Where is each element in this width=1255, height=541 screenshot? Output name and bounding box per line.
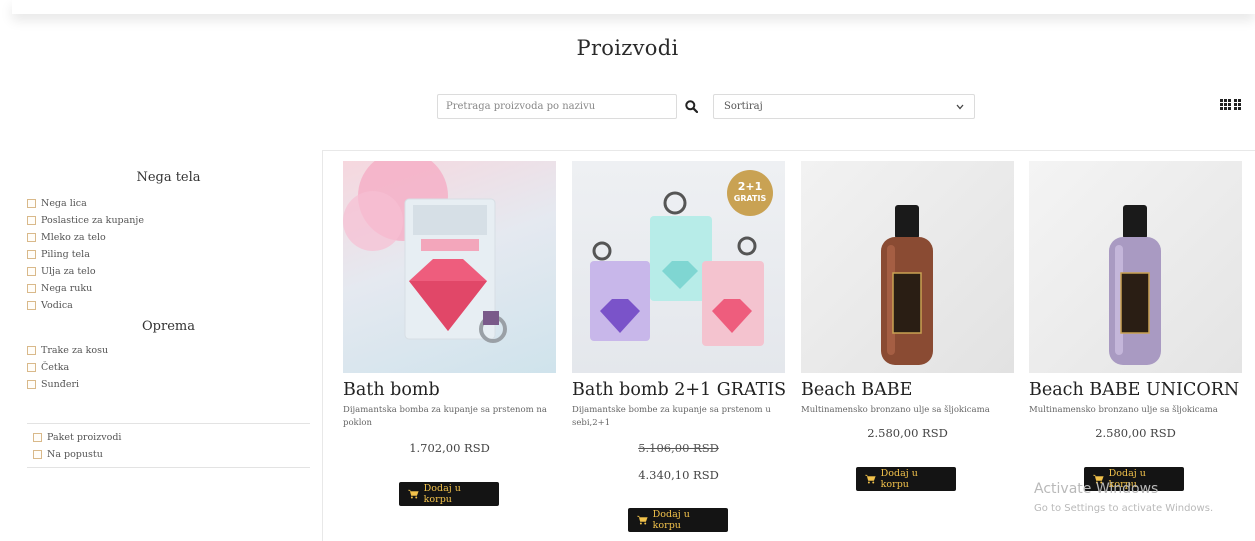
category-list: Trake za kosu Četka Sunđeri: [27, 342, 310, 393]
product-title[interactable]: Bath bomb 2+1 GRATIS: [572, 380, 786, 400]
filter-poslastice[interactable]: Poslastice za kupanje: [27, 212, 310, 229]
product-price: 2.580,00 RSD: [1095, 426, 1176, 440]
product-price: 4.340,10 RSD: [638, 468, 719, 482]
checkbox[interactable]: [27, 216, 36, 225]
checkbox[interactable]: [27, 346, 36, 355]
filter-sunderi[interactable]: Sunđeri: [27, 376, 310, 393]
product-price: 1.702,00 RSD: [409, 441, 490, 455]
list-view-icon[interactable]: [1234, 99, 1241, 110]
filter-sidebar: Nega tela Nega lica Poslastice za kupanj…: [27, 170, 310, 468]
product-card[interactable]: Bath bomb Dijamantska bomba za kupanje s…: [343, 161, 556, 455]
grid-view-icon[interactable]: [1220, 99, 1231, 110]
filter-trake[interactable]: Trake za kosu: [27, 342, 310, 359]
product-card[interactable]: 2+1 GRATIS Bath bomb 2+1 GRATIS Dijamant…: [572, 161, 786, 482]
search-icon: [684, 99, 698, 113]
product-card[interactable]: Beach BABE UNICORN Multinamensko bronzan…: [1029, 161, 1242, 440]
product-image[interactable]: [801, 161, 1014, 373]
product-description: Multinamensko bronzano ulje sa šljokicam…: [1029, 405, 1218, 415]
category-heading: Oprema: [142, 319, 195, 334]
product-description: Dijamantske bombe za kupanje sa prstenom…: [572, 405, 771, 428]
top-navigation-bar: [12, 0, 1255, 14]
product-description: Multinamensko bronzano ulje sa šljokicam…: [801, 405, 990, 415]
product-old-price: 5.106,00 RSD: [638, 441, 719, 455]
product-title[interactable]: Beach BABE: [801, 380, 1014, 400]
cart-icon: [865, 474, 876, 484]
checkbox[interactable]: [27, 363, 36, 372]
product-photo: [881, 205, 933, 365]
checkbox[interactable]: [27, 380, 36, 389]
product-image[interactable]: [343, 161, 556, 373]
filter-mleko[interactable]: Mleko za telo: [27, 229, 310, 246]
filter-paket[interactable]: Paket proizvodi: [33, 429, 310, 446]
add-to-cart-button[interactable]: Dodaj u korpu: [856, 467, 956, 491]
category-heading: Nega tela: [136, 170, 201, 185]
add-to-cart-button[interactable]: Dodaj u korpu: [628, 508, 728, 532]
extra-filter-list: Paket proizvodi Na popustu: [27, 424, 310, 467]
cart-icon: [408, 489, 419, 499]
chevron-down-icon: [956, 104, 964, 109]
search-input[interactable]: [437, 94, 677, 119]
checkbox[interactable]: [27, 233, 36, 242]
search-button[interactable]: [682, 94, 700, 118]
product-photo: [343, 161, 507, 343]
product-image[interactable]: [1029, 161, 1242, 373]
filter-nega-ruku[interactable]: Nega ruku: [27, 280, 310, 297]
product-title[interactable]: Bath bomb: [343, 380, 556, 400]
filter-vodica[interactable]: Vodica: [27, 297, 310, 314]
checkbox[interactable]: [27, 250, 36, 259]
product-title[interactable]: Beach BABE UNICORN: [1029, 380, 1242, 400]
promo-badge: 2+1 GRATIS: [727, 170, 773, 216]
checkbox[interactable]: [27, 284, 36, 293]
checkbox[interactable]: [33, 433, 42, 442]
divider: [27, 467, 310, 468]
sort-label: Sortiraj: [724, 101, 763, 112]
windows-activation-hint: Go to Settings to activate Windows.: [1034, 503, 1214, 514]
filter-na-popustu[interactable]: Na popustu: [33, 446, 310, 463]
windows-activation-watermark: Activate Windows: [1034, 481, 1159, 497]
filter-ulja[interactable]: Ulja za telo: [27, 263, 310, 280]
view-toggle[interactable]: [1220, 99, 1241, 110]
page-title: Proizvodi: [576, 36, 679, 60]
cart-icon: [637, 515, 648, 525]
checkbox[interactable]: [33, 450, 42, 459]
add-to-cart-button[interactable]: Dodaj u korpu: [399, 482, 499, 506]
sort-dropdown[interactable]: Sortiraj: [713, 94, 975, 119]
filter-piling[interactable]: Piling tela: [27, 246, 310, 263]
checkbox[interactable]: [27, 267, 36, 276]
product-price: 2.580,00 RSD: [867, 426, 948, 440]
product-description: Dijamantska bomba za kupanje sa prstenom…: [343, 405, 547, 428]
checkbox[interactable]: [27, 199, 36, 208]
product-card[interactable]: Beach BABE Multinamensko bronzano ulje s…: [801, 161, 1014, 440]
product-photo: [1109, 205, 1161, 365]
product-image[interactable]: 2+1 GRATIS: [572, 161, 785, 373]
category-list: Nega lica Poslastice za kupanje Mleko za…: [27, 195, 310, 314]
filter-nega-lica[interactable]: Nega lica: [27, 195, 310, 212]
checkbox[interactable]: [27, 301, 36, 310]
filter-cetka[interactable]: Četka: [27, 359, 310, 376]
